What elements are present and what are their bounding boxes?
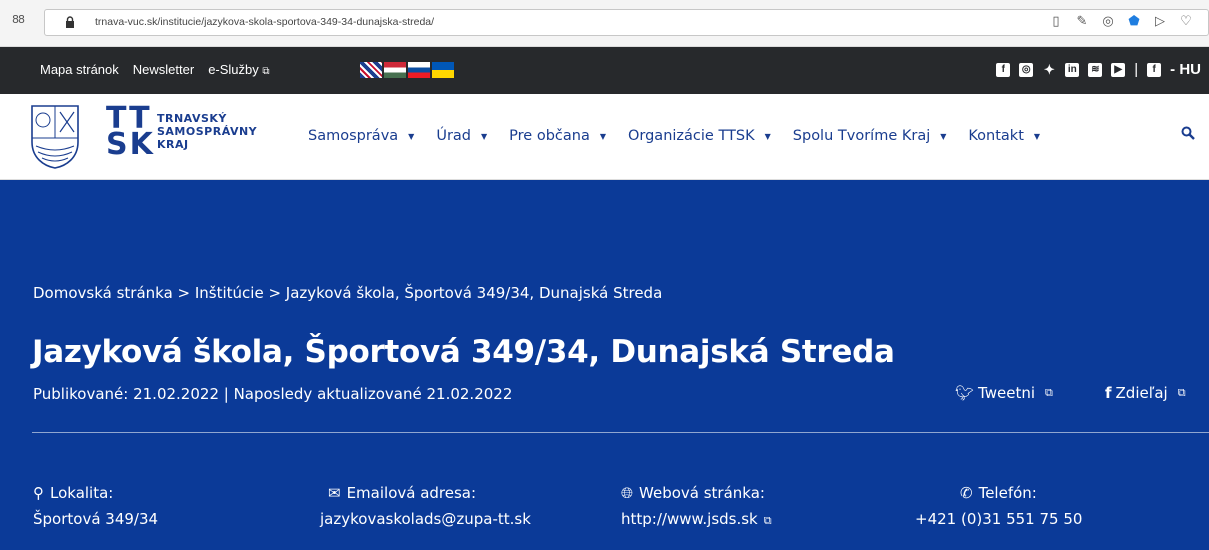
caret-down-icon: ▼ xyxy=(764,131,771,141)
breadcrumb[interactable]: Domovská stránka > Inštitúcie > Jazyková… xyxy=(33,284,662,302)
search-icon[interactable] xyxy=(1181,126,1195,140)
info-website: 🌐︎ Webová stránka: http://www.jsds.sk ⧉ xyxy=(621,480,772,534)
web-link[interactable]: http://www.jsds.sk ⧉ xyxy=(621,506,772,534)
caret-down-icon: ▼ xyxy=(599,131,606,141)
nav-item-kontakt[interactable]: Kontakt ▼ xyxy=(968,128,1040,144)
sitemap-link[interactable]: Mapa stránok xyxy=(40,62,119,77)
facebook-hu-icon[interactable]: f xyxy=(1147,62,1162,77)
shield-icon[interactable]: ⬟ xyxy=(1126,14,1142,30)
hu-label[interactable]: - HU xyxy=(1170,61,1201,78)
twitter-icon[interactable]: ✦ xyxy=(1042,62,1056,77)
web-value: http://www.jsds.sk xyxy=(621,510,758,528)
nav-item-urad[interactable]: Úrad ▼ xyxy=(436,128,487,144)
caret-down-icon: ▼ xyxy=(940,131,947,141)
tweet-label: Tweetni xyxy=(978,384,1036,402)
page-hero: Domovská stránka > Inštitúcie > Jazyková… xyxy=(0,180,1209,550)
eservices-label: e-Služby xyxy=(208,62,259,77)
nav-label: Samospráva xyxy=(308,128,399,144)
info-email: ✉ Emailová adresa: jazykovaskolads@zupa-t… xyxy=(320,480,531,532)
nav-label: Organizácie TTSK xyxy=(627,128,755,144)
rss-icon[interactable]: ≋ xyxy=(1088,62,1103,77)
eservices-link[interactable]: e-Služby ⧉ xyxy=(208,62,269,77)
heart-icon[interactable]: ♡ xyxy=(1178,14,1194,30)
divider: | xyxy=(1134,61,1139,78)
nav-label: Úrad xyxy=(436,128,471,144)
main-navigation: Samospráva ▼ Úrad ▼ Pre občana ▼ Organizáci… xyxy=(308,128,1040,144)
divider-line xyxy=(32,432,1209,433)
web-label: Webová stránka: xyxy=(639,484,765,502)
location-value: Športová 349/34 xyxy=(33,510,159,528)
flag-hu-icon[interactable] xyxy=(384,62,406,78)
info-location: ⚲ Lokalita: Športová 349/34 xyxy=(33,480,158,532)
share-label: Zdieľaj xyxy=(1115,384,1168,402)
send-icon[interactable]: ▷ xyxy=(1152,14,1168,30)
phone-value[interactable]: +421 (0)31 551 75 50 xyxy=(915,506,1082,532)
nav-item-organizacie[interactable]: Organizácie TTSK ▼ xyxy=(628,128,771,144)
caret-down-icon: ▼ xyxy=(408,131,415,141)
share-edit-icon[interactable]: ✎ xyxy=(1074,14,1090,30)
nav-label: Kontakt xyxy=(968,128,1024,144)
nav-item-spolu-tvorime-kraj[interactable]: Spolu Tvoríme Kraj ▼ xyxy=(793,128,947,144)
nav-label: Pre občana xyxy=(509,128,590,144)
envelope-icon: ✉ xyxy=(328,484,341,502)
browser-toolbar: 88 trnava-vuc.sk/institucie/jazykova-sko… xyxy=(0,0,1209,47)
youtube-icon[interactable]: ▶ xyxy=(1111,62,1126,77)
address-bar[interactable]: trnava-vuc.sk/institucie/jazykova-skola-… xyxy=(44,9,1209,36)
logo-mark[interactable]: TT SK xyxy=(106,104,155,162)
twitter-icon: 🐦︎ xyxy=(955,384,975,402)
reader-icon[interactable]: ▯ xyxy=(1048,14,1064,30)
flag-sk-icon[interactable] xyxy=(408,62,430,78)
linkedin-icon[interactable]: in xyxy=(1065,62,1080,77)
external-link-icon: ⧉ xyxy=(763,514,772,527)
top-utility-bar: Mapa stránok Newsletter e-Služby ⧉ f ◎ ✦… xyxy=(0,47,1209,94)
external-link-icon: ⧉ xyxy=(1045,386,1053,399)
email-value[interactable]: jazykovaskolads@zupa-tt.sk xyxy=(320,506,531,532)
external-link-icon: ⧉ xyxy=(262,66,270,77)
caret-down-icon: ▼ xyxy=(481,131,488,141)
facebook-icon[interactable]: f xyxy=(996,62,1011,77)
flag-uk-icon[interactable] xyxy=(360,62,382,78)
facebook-share-button[interactable]: f Zdieľaj ⧉ xyxy=(1105,384,1186,402)
lock-icon xyxy=(66,16,74,28)
publish-meta: Publikované: 21.02.2022 | Naposledy aktu… xyxy=(33,385,513,403)
facebook-icon: f xyxy=(1105,384,1112,402)
newsletter-link[interactable]: Newsletter xyxy=(133,62,194,77)
instagram-icon[interactable]: ◎ xyxy=(1019,62,1034,77)
caret-down-icon: ▼ xyxy=(1033,131,1041,141)
logo-mark-bottom: SK xyxy=(106,127,155,162)
logo-line-1: TRNAVSKÝ xyxy=(157,112,227,125)
logo-line-2: SAMOSPRÁVNY xyxy=(157,125,258,138)
camera-icon[interactable]: ◎ xyxy=(1100,14,1116,30)
globe-icon: 🌐︎ xyxy=(621,484,634,502)
email-label: Emailová adresa: xyxy=(346,484,477,502)
phone-icon: ✆ xyxy=(960,484,973,502)
tweet-button[interactable]: 🐦︎ Tweetni ⧉ xyxy=(955,384,1053,402)
flag-ua-icon[interactable] xyxy=(432,62,454,78)
coat-of-arms-icon[interactable] xyxy=(30,104,80,170)
apps-grid-icon[interactable]: 88 xyxy=(12,13,25,26)
map-pin-icon: ⚲ xyxy=(33,484,44,502)
logo-text[interactable]: TRNAVSKÝ SAMOSPRÁVNY KRAJ xyxy=(157,112,257,151)
site-header: TT SK TRNAVSKÝ SAMOSPRÁVNY KRAJ Samosprá… xyxy=(0,94,1209,180)
nav-item-samosprava[interactable]: Samospráva ▼ xyxy=(308,128,414,144)
page-title: Jazyková škola, Športová 349/34, Dunajsk… xyxy=(32,334,895,370)
location-label: Lokalita: xyxy=(50,484,114,502)
logo-line-3: KRAJ xyxy=(157,138,189,151)
phone-label: Telefón: xyxy=(978,484,1037,502)
url-text: trnava-vuc.sk/institucie/jazykova-skola-… xyxy=(95,16,435,28)
nav-label: Spolu Tvoríme Kraj xyxy=(792,128,931,144)
nav-item-pre-obcana[interactable]: Pre občana ▼ xyxy=(509,128,606,144)
external-link-icon: ⧉ xyxy=(1177,386,1186,399)
info-phone: ✆ Telefón: +421 (0)31 551 75 50 xyxy=(915,480,1082,532)
